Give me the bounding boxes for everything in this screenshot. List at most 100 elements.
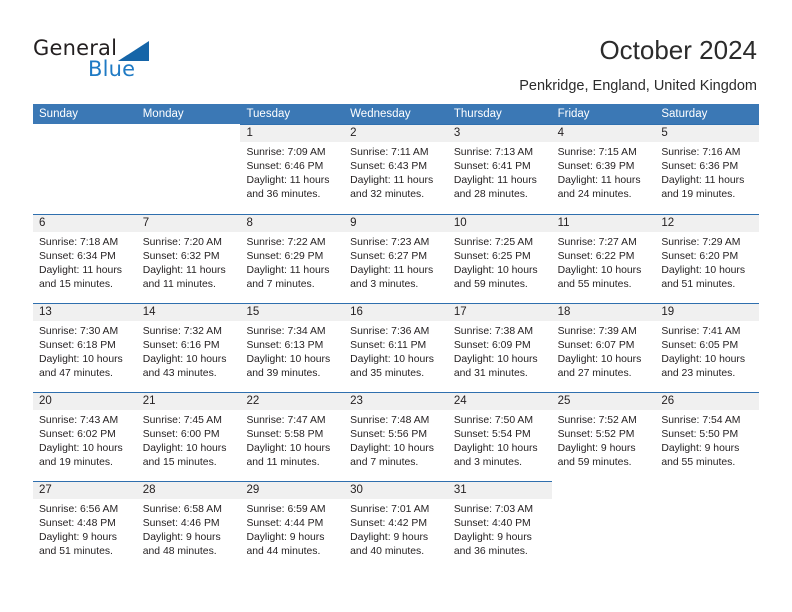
weekday-header-row: Sunday Monday Tuesday Wednesday Thursday…: [33, 104, 759, 124]
calendar-day-cell[interactable]: 22 Sunrise: 7:47 AM Sunset: 5:58 PM Dayligh…: [240, 392, 345, 481]
calendar-day-cell[interactable]: 8 Sunrise: 7:22 AM Sunset: 6:29 PM Daylight…: [240, 214, 345, 303]
day-number: 15: [246, 306, 260, 318]
day-details: Sunrise: 7:48 AM Sunset: 5:56 PM Daylight:…: [344, 410, 448, 470]
day-number: 19: [661, 306, 675, 318]
day-number-band: 11: [551, 214, 656, 232]
day-number: 18: [557, 306, 571, 318]
calendar-day-cell[interactable]: 10 Sunrise: 7:25 AM Sunset: 6:25 PM Dayligh…: [447, 214, 552, 303]
sunset-time: Sunset: 6:32 PM: [142, 251, 220, 262]
calendar-day-cell[interactable]: 31 Sunrise: 7:03 AM Sunset: 4:40 PM Dayligh…: [447, 481, 552, 570]
sunset-time: Sunset: 5:52 PM: [557, 429, 635, 440]
sunset-time: Sunset: 6:29 PM: [246, 251, 324, 262]
calendar-day-cell[interactable]: 27 Sunrise: 6:56 AM Sunset: 4:48 PM Dayligh…: [33, 481, 137, 570]
day-number-band: 5: [655, 124, 760, 142]
calendar-day-cell[interactable]: 2 Sunrise: 7:11 AM Sunset: 6:43 PM Daylight…: [344, 124, 448, 214]
daylight-duration: Daylight: 11 hours and 3 minutes.: [350, 265, 434, 290]
calendar-day-cell[interactable]: 4 Sunrise: 7:15 AM Sunset: 6:39 PM Daylight…: [551, 124, 656, 214]
day-number-band: [137, 124, 241, 142]
day-details: Sunrise: 7:36 AM Sunset: 6:11 PM Daylight:…: [344, 321, 448, 381]
day-number-band: 17: [447, 303, 552, 321]
weekday-header-wednesday: Wednesday: [350, 108, 411, 120]
day-details: Sunrise: 7:22 AM Sunset: 6:29 PM Daylight:…: [240, 232, 344, 292]
day-number-band: 4: [551, 124, 656, 142]
sunrise-time: Sunrise: 7:11 AM: [350, 147, 429, 158]
calendar-day-cell[interactable]: 13 Sunrise: 7:30 AM Sunset: 6:18 PM Dayligh…: [33, 303, 137, 392]
day-number-band: 31: [447, 481, 552, 499]
calendar-day-cell[interactable]: 7 Sunrise: 7:20 AM Sunset: 6:32 PM Daylight…: [136, 214, 241, 303]
sunrise-time: Sunrise: 7:16 AM: [661, 147, 741, 158]
day-details: Sunrise: 7:52 AM Sunset: 5:52 PM Daylight:…: [552, 410, 656, 470]
daylight-duration: Daylight: 11 hours and 32 minutes.: [350, 175, 434, 200]
day-number-band: 28: [136, 481, 241, 499]
daylight-duration: Daylight: 11 hours and 19 minutes.: [661, 175, 745, 200]
day-number-band: 13: [33, 303, 137, 321]
calendar-day-cell[interactable]: 14 Sunrise: 7:32 AM Sunset: 6:16 PM Dayligh…: [136, 303, 241, 392]
daylight-duration: Daylight: 10 hours and 27 minutes.: [557, 354, 642, 379]
daylight-duration: Daylight: 11 hours and 36 minutes.: [246, 175, 330, 200]
day-details: Sunrise: 7:34 AM Sunset: 6:13 PM Daylight:…: [240, 321, 344, 381]
calendar-day-cell[interactable]: 18 Sunrise: 7:39 AM Sunset: 6:07 PM Dayligh…: [551, 303, 656, 392]
calendar-week-row: 6 Sunrise: 7:18 AM Sunset: 6:34 PM Daylight…: [33, 214, 760, 303]
daylight-duration: Daylight: 11 hours and 15 minutes.: [39, 265, 122, 290]
calendar-day-cell[interactable]: 15 Sunrise: 7:34 AM Sunset: 6:13 PM Dayligh…: [240, 303, 345, 392]
calendar-week-row: 20 Sunrise: 7:43 AM Sunset: 6:02 PM Dayligh…: [33, 392, 760, 481]
sunrise-time: Sunrise: 7:18 AM: [39, 237, 119, 248]
sunset-time: Sunset: 6:16 PM: [142, 340, 220, 351]
day-number: 29: [246, 484, 260, 496]
day-details: Sunrise: 7:20 AM Sunset: 6:32 PM Daylight:…: [137, 232, 241, 292]
day-number-band: 22: [240, 392, 345, 410]
calendar-day-cell[interactable]: 29 Sunrise: 6:59 AM Sunset: 4:44 PM Dayligh…: [240, 481, 345, 570]
calendar-day-cell[interactable]: 11 Sunrise: 7:27 AM Sunset: 6:22 PM Dayligh…: [551, 214, 656, 303]
calendar-day-cell[interactable]: 21 Sunrise: 7:45 AM Sunset: 6:00 PM Dayligh…: [136, 392, 241, 481]
day-number: 30: [350, 484, 363, 496]
sunset-time: Sunset: 6:25 PM: [453, 251, 531, 262]
calendar-weeks: 1 Sunrise: 7:09 AM Sunset: 6:46 PM Daylight…: [33, 124, 760, 570]
sunrise-time: Sunrise: 7:29 AM: [661, 237, 741, 248]
day-number-band: [33, 124, 137, 142]
calendar-day-cell[interactable]: 9 Sunrise: 7:23 AM Sunset: 6:27 PM Daylight…: [344, 214, 448, 303]
calendar-day-cell[interactable]: 16 Sunrise: 7:36 AM Sunset: 6:11 PM Dayligh…: [344, 303, 448, 392]
general-blue-logo[interactable]: General Blue: [33, 36, 173, 84]
sunset-time: Sunset: 6:07 PM: [557, 340, 635, 351]
calendar-day-cell-empty: [136, 124, 241, 214]
daylight-duration: Daylight: 10 hours and 59 minutes.: [453, 265, 538, 290]
day-details: Sunrise: 7:41 AM Sunset: 6:05 PM Daylight:…: [655, 321, 759, 381]
day-number-band: 20: [33, 392, 137, 410]
calendar-day-cell[interactable]: 20 Sunrise: 7:43 AM Sunset: 6:02 PM Dayligh…: [33, 392, 137, 481]
sunset-time: Sunset: 6:34 PM: [39, 251, 116, 262]
calendar-day-cell[interactable]: 24 Sunrise: 7:50 AM Sunset: 5:54 PM Dayligh…: [447, 392, 552, 481]
day-number: 20: [39, 395, 52, 407]
page-title: October 2024: [599, 35, 757, 65]
day-details: Sunrise: 7:45 AM Sunset: 6:00 PM Daylight:…: [137, 410, 241, 470]
calendar-day-cell[interactable]: 19 Sunrise: 7:41 AM Sunset: 6:05 PM Dayligh…: [655, 303, 760, 392]
sunrise-time: Sunrise: 7:45 AM: [142, 415, 222, 426]
sunset-time: Sunset: 6:27 PM: [350, 251, 427, 262]
daylight-duration: Daylight: 10 hours and 15 minutes.: [142, 443, 227, 468]
sunset-time: Sunset: 6:36 PM: [661, 161, 739, 172]
day-details: Sunrise: 7:47 AM Sunset: 5:58 PM Daylight:…: [240, 410, 344, 470]
day-number-band: 29: [240, 481, 345, 499]
daylight-duration: Daylight: 11 hours and 24 minutes.: [557, 175, 641, 200]
calendar-day-cell[interactable]: 5 Sunrise: 7:16 AM Sunset: 6:36 PM Daylight…: [655, 124, 760, 214]
sunrise-time: Sunrise: 7:43 AM: [39, 415, 119, 426]
sunset-time: Sunset: 6:13 PM: [246, 340, 324, 351]
calendar-day-cell[interactable]: 25 Sunrise: 7:52 AM Sunset: 5:52 PM Dayligh…: [551, 392, 656, 481]
calendar-day-cell[interactable]: 30 Sunrise: 7:01 AM Sunset: 4:42 PM Dayligh…: [344, 481, 448, 570]
day-details: Sunrise: 7:15 AM Sunset: 6:39 PM Daylight:…: [552, 142, 656, 202]
daylight-duration: Daylight: 9 hours and 55 minutes.: [661, 443, 740, 468]
day-number-band: 23: [344, 392, 448, 410]
calendar-day-cell[interactable]: 3 Sunrise: 7:13 AM Sunset: 6:41 PM Daylight…: [447, 124, 552, 214]
sunrise-time: Sunrise: 7:48 AM: [350, 415, 430, 426]
calendar-day-cell[interactable]: 26 Sunrise: 7:54 AM Sunset: 5:50 PM Dayligh…: [655, 392, 760, 481]
calendar-day-cell[interactable]: 1 Sunrise: 7:09 AM Sunset: 6:46 PM Daylight…: [240, 124, 345, 214]
calendar-day-cell[interactable]: 6 Sunrise: 7:18 AM Sunset: 6:34 PM Daylight…: [33, 214, 137, 303]
calendar-day-cell[interactable]: 12 Sunrise: 7:29 AM Sunset: 6:20 PM Dayligh…: [655, 214, 760, 303]
day-number-band: 30: [344, 481, 448, 499]
day-number: 4: [557, 127, 564, 139]
calendar-day-cell[interactable]: 23 Sunrise: 7:48 AM Sunset: 5:56 PM Dayligh…: [344, 392, 448, 481]
calendar-page: General Blue October 2024 Penkridge, Eng…: [0, 0, 792, 612]
calendar-day-cell[interactable]: 17 Sunrise: 7:38 AM Sunset: 6:09 PM Dayligh…: [447, 303, 552, 392]
calendar-day-cell[interactable]: 28 Sunrise: 6:58 AM Sunset: 4:46 PM Dayligh…: [136, 481, 241, 570]
weekday-header-sunday: Sunday: [39, 108, 79, 120]
day-number: 12: [661, 217, 675, 229]
